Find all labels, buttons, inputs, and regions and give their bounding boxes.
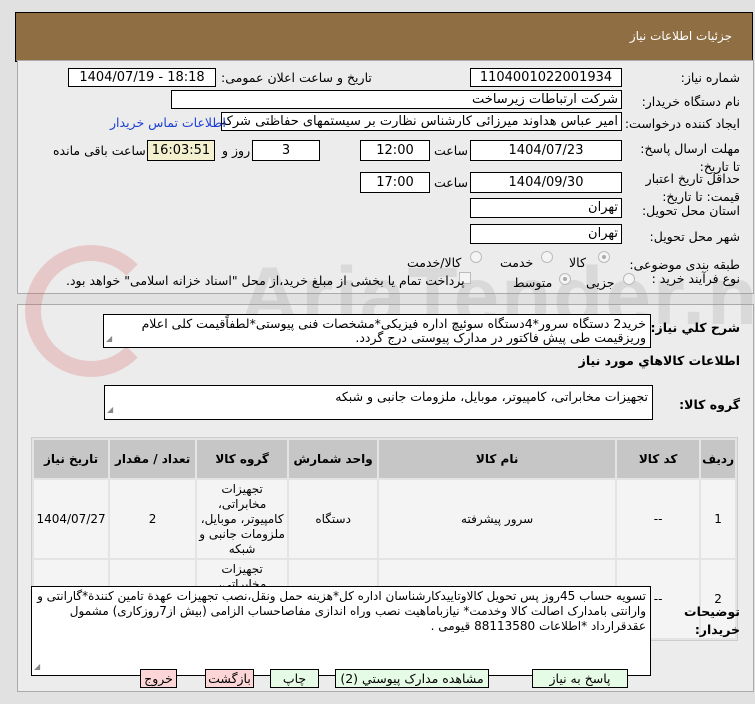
description-textarea[interactable]: خرید2 دستگاه سرور*4دستگاه سوئیچ اداره فی… bbox=[103, 314, 651, 348]
city-field: تهران bbox=[470, 224, 622, 244]
col-group: گروه کالا bbox=[197, 440, 288, 478]
buyer-notes-text: تسویه حساب 45روز پس تحویل کالاوتاییدکارش… bbox=[37, 589, 646, 633]
process-option-medium: متوسط bbox=[513, 275, 553, 290]
col-name: نام کالا bbox=[379, 440, 616, 478]
cell-row: 1 bbox=[701, 480, 735, 558]
days-label: روز و bbox=[222, 143, 251, 158]
col-code: کد کالا bbox=[617, 440, 700, 478]
cell-group: تجهیزات مخابراتی، کامپیوتر، موبایل، ملزو… bbox=[197, 480, 288, 558]
goods-title: اطلاعات کالاهاي مورد نياز bbox=[578, 353, 740, 368]
category-label: طبقه بندی موضوعی: bbox=[629, 257, 740, 272]
description-text: خرید2 دستگاه سرور*4دستگاه سوئیچ اداره فی… bbox=[141, 316, 646, 345]
remaining-time-field: 16:03:51 bbox=[147, 140, 215, 161]
buyer-notes-textarea[interactable]: تسویه حساب 45روز پس تحویل کالاوتاییدکارش… bbox=[31, 586, 651, 676]
province-label: استان محل تحویل: bbox=[641, 203, 740, 218]
cell-unit: دستگاه bbox=[289, 480, 378, 558]
category-radio-both[interactable] bbox=[470, 251, 482, 263]
group-text: تجهیزات مخابراتی، کامپیوتر، موبایل، ملزو… bbox=[335, 389, 648, 404]
validity-label: حداقل تاریخ اعتبار قیمت: تا تاریخ: bbox=[645, 171, 740, 204]
validity-time-label: ساعت bbox=[434, 175, 469, 190]
col-unit: واحد شمارش bbox=[289, 440, 378, 478]
col-qty: تعداد / مقدار bbox=[110, 440, 196, 478]
category-option-both: کالا/خدمت bbox=[407, 255, 462, 270]
page-header: جزئیات اطلاعات نیاز bbox=[15, 12, 753, 62]
city-label: شهر محل تحویل: bbox=[649, 229, 740, 244]
exit-button[interactable]: خروج bbox=[140, 669, 177, 688]
notes-label: توضیحات خریدار: bbox=[684, 604, 740, 637]
process-radio-minor[interactable] bbox=[623, 273, 635, 285]
print-button[interactable]: چاپ bbox=[270, 669, 319, 688]
table-row: 1 -- سرور پیشرفته دستگاه تجهیزات مخابرات… bbox=[34, 480, 735, 558]
validity-time-field: 17:00 bbox=[360, 172, 430, 193]
need-number-field: 1104001022001934 bbox=[470, 68, 622, 87]
group-label: گروه کالا: bbox=[679, 397, 740, 412]
col-row: ردیف bbox=[701, 440, 735, 478]
back-button[interactable]: بازگشت bbox=[205, 669, 254, 688]
process-option-minor: جزیی bbox=[586, 275, 615, 290]
time-label: ساعت bbox=[434, 143, 469, 158]
deadline-date-field: 1404/07/23 bbox=[470, 140, 622, 161]
payment-note: پرداخت تمام یا بخشی از مبلغ خرید،از محل … bbox=[66, 273, 465, 288]
cell-date: 1404/07/27 bbox=[34, 480, 109, 558]
process-label: نوع فرآیند خرید : bbox=[651, 271, 740, 286]
cell-code: -- bbox=[617, 480, 700, 558]
process-radio-medium[interactable] bbox=[559, 273, 571, 285]
category-option-goods: کالا bbox=[569, 255, 586, 270]
remaining-label: ساعت باقی مانده bbox=[53, 143, 146, 158]
desc-label: شرح کلي نياز: bbox=[650, 320, 740, 335]
validity-date-field: 1404/09/30 bbox=[470, 172, 622, 193]
province-field: تهران bbox=[470, 198, 622, 218]
announce-field: 1404/07/19 - 18:18 bbox=[68, 68, 216, 87]
deadline-time-field: 12:00 bbox=[360, 140, 430, 161]
buyer-contact-link[interactable]: اطلاعات تماس خریدار bbox=[110, 115, 226, 130]
category-radio-goods[interactable] bbox=[598, 251, 610, 263]
creator-field: امیر عباس هداوند میرزائی کارشناس نظارت ب… bbox=[221, 112, 622, 131]
watermark-logo bbox=[25, 245, 157, 377]
category-option-service: خدمت bbox=[500, 255, 534, 270]
days-field: 3 bbox=[252, 140, 320, 161]
category-radio-service[interactable] bbox=[541, 251, 553, 263]
buyer-label: نام دستگاه خریدار: bbox=[641, 94, 740, 109]
cell-qty: 2 bbox=[110, 480, 196, 558]
col-date: تاریخ نیاز bbox=[34, 440, 109, 478]
view-documents-button[interactable]: مشاهده مدارک پیوستي (2) bbox=[335, 669, 489, 688]
creator-label: ایجاد کننده درخواست: bbox=[624, 116, 740, 131]
need-number-label: شماره نیاز: bbox=[680, 70, 740, 85]
announce-label: تاریخ و ساعت اعلان عمومی: bbox=[221, 70, 372, 85]
cell-name: سرور پیشرفته bbox=[379, 480, 616, 558]
reply-button[interactable]: پاسخ به نیاز bbox=[532, 669, 628, 688]
group-textarea[interactable]: تجهیزات مخابراتی، کامپیوتر، موبایل، ملزو… bbox=[104, 385, 653, 420]
buyer-field: شرکت ارتباطات زیرساخت bbox=[171, 90, 622, 109]
page-title: جزئیات اطلاعات نیاز bbox=[629, 29, 732, 43]
